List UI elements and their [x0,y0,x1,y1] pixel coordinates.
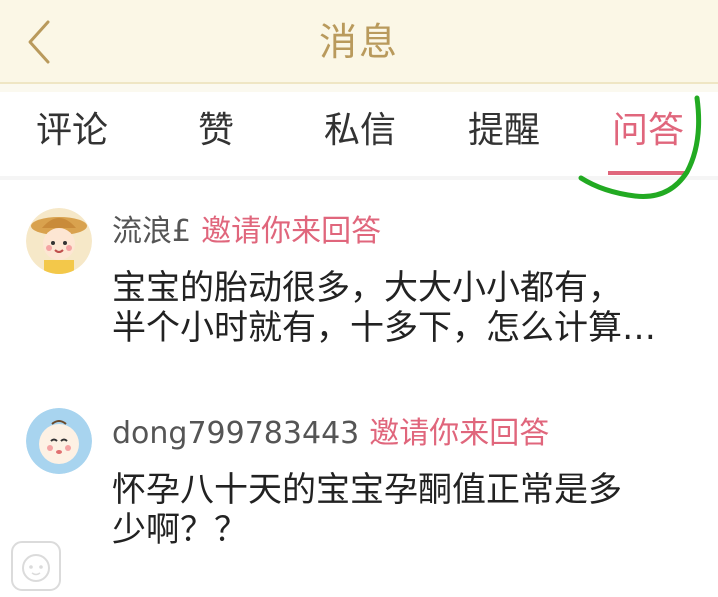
question-line: 少啊？？ [112,510,248,550]
tab-likes[interactable]: 赞 [156,106,276,156]
question-text[interactable]: 宝宝的胎动很多，大大小小都有， 半个小时就有，十多下，怎么计算… [112,268,697,348]
question-line: 怀孕八十天的宝宝孕酮值正常是多 [112,470,622,510]
tab-reminders[interactable]: 提醒 [444,106,564,156]
baby-avatar-icon [26,408,92,474]
list-item[interactable]: 流浪£ 邀请你来回答 宝宝的胎动很多，大大小小都有， 半个小时就有，十多下，怎么计… [0,200,718,360]
header-shadow [0,84,718,92]
avatar[interactable] [26,208,92,274]
username[interactable]: 流浪£ [112,214,191,249]
tab-qa[interactable]: 问答 [588,106,708,156]
invite-text: 邀请你来回答 [201,214,382,249]
girl-with-hat-avatar-icon [26,208,92,274]
message-header: dong799783443 邀请你来回答 [112,414,549,454]
avatar[interactable] [26,408,92,474]
username[interactable]: dong799783443 [112,416,359,451]
message-header: 流浪£ 邀请你来回答 [112,212,381,252]
question-line: 半个小时就有，十多下，怎么计算… [112,308,656,348]
top-bar: 消息 [0,0,718,82]
page-title: 消息 [318,20,399,64]
list-item[interactable]: dong799783443 邀请你来回答 怀孕八十天的宝宝孕酮值正常是多 少啊？？ [0,404,718,564]
watermark-logo-icon [11,541,61,591]
tabs-divider [0,176,718,180]
question-line: 宝宝的胎动很多，大大小小都有， [112,268,622,308]
tab-private-messages[interactable]: 私信 [300,106,420,156]
question-text[interactable]: 怀孕八十天的宝宝孕酮值正常是多 少啊？？ [112,470,697,550]
active-tab-indicator [608,171,688,175]
tab-comments[interactable]: 评论 [12,106,132,156]
tab-bar: 评论 赞 私信 提醒 问答 [0,92,718,180]
invite-text: 邀请你来回答 [369,416,550,451]
